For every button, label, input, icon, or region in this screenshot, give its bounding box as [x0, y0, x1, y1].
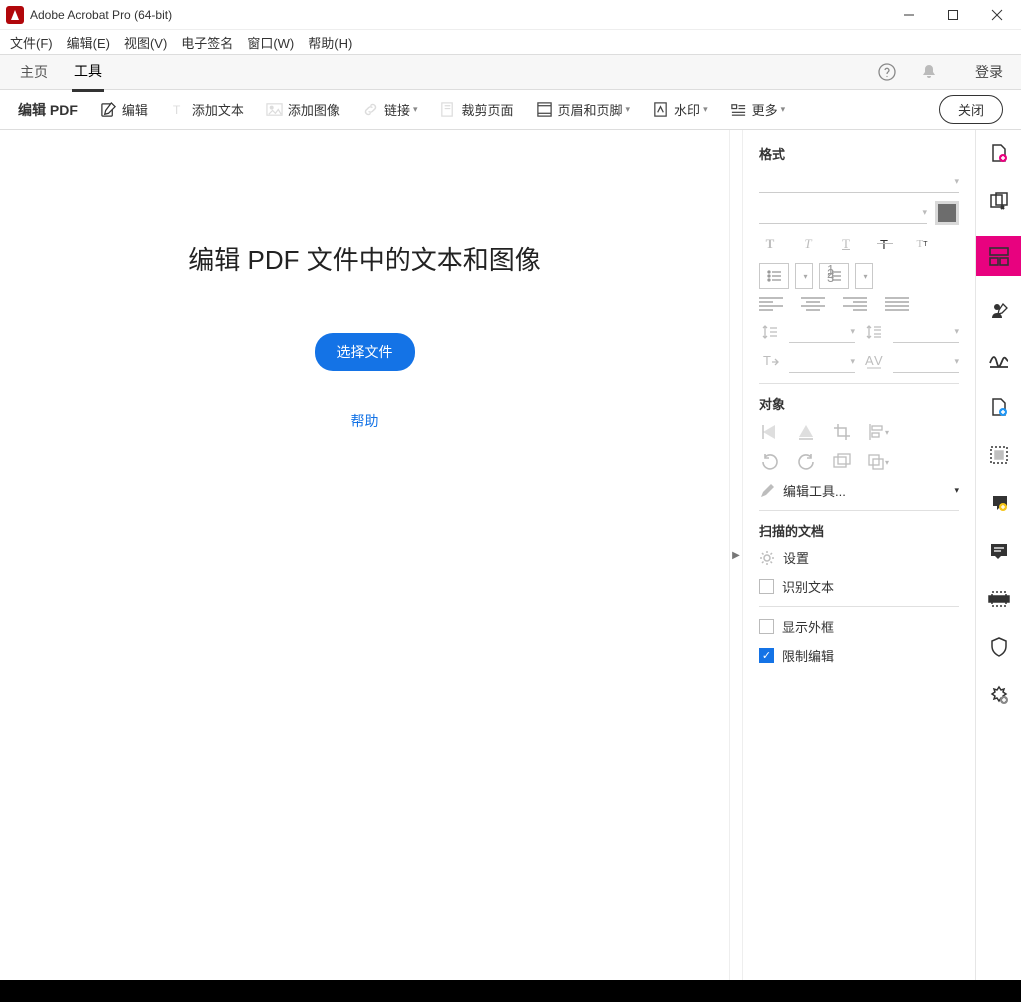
close-tool-button[interactable]: 关闭	[939, 95, 1003, 124]
bullet-list-dropdown[interactable]: ▾	[795, 263, 813, 289]
tool-combine-icon[interactable]	[986, 188, 1012, 214]
color-swatch[interactable]	[935, 201, 959, 225]
menu-window[interactable]: 窗口(W)	[247, 33, 294, 52]
arrange-icon[interactable]: ▾	[867, 451, 889, 473]
tool-protect-icon[interactable]	[986, 634, 1012, 660]
menu-edit[interactable]: 编辑(E)	[67, 33, 110, 52]
tool-more-icon[interactable]	[986, 682, 1012, 708]
bell-icon[interactable]	[919, 62, 939, 82]
superscript-icon[interactable]: TT	[911, 233, 933, 255]
horizontal-scale-icon: T	[759, 351, 781, 373]
menu-file[interactable]: 文件(F)	[10, 33, 53, 52]
help-icon[interactable]	[877, 62, 897, 82]
close-button[interactable]	[975, 0, 1019, 30]
watermark-button[interactable]: 水印▾	[652, 100, 708, 119]
align-center-icon[interactable]	[801, 295, 825, 313]
number-list-button[interactable]: 123	[819, 263, 849, 289]
paragraph-spacing-icon	[863, 321, 885, 343]
align-justify-icon[interactable]	[885, 295, 909, 313]
flip-horizontal-icon[interactable]	[795, 421, 817, 443]
font-size-dropdown[interactable]: ▾	[759, 202, 927, 224]
minimize-button[interactable]	[887, 0, 931, 30]
main-heading: 编辑 PDF 文件中的文本和图像	[188, 240, 540, 277]
number-list-dropdown[interactable]: ▾	[855, 263, 873, 289]
underline-icon[interactable]: T	[835, 233, 857, 255]
strikethrough-icon[interactable]: T	[873, 233, 895, 255]
menu-view[interactable]: 视图(V)	[124, 33, 167, 52]
crop-button[interactable]: 裁剪页面	[439, 100, 513, 119]
object-section-title: 对象	[759, 394, 959, 413]
restrict-edit-checkbox[interactable]: 限制编辑	[759, 646, 959, 665]
tool-create-pdf-icon[interactable]	[986, 140, 1012, 166]
crop-icon[interactable]	[831, 421, 853, 443]
tab-tools[interactable]: 工具	[72, 53, 104, 92]
tool-stamp-icon[interactable]	[986, 538, 1012, 564]
login-button[interactable]: 登录	[975, 62, 1003, 82]
header-footer-button[interactable]: 页眉和页脚▾	[536, 100, 631, 119]
app-icon	[6, 6, 24, 24]
menu-bar: 文件(F) 编辑(E) 视图(V) 电子签名 窗口(W) 帮助(H)	[0, 30, 1021, 54]
tool-fill-sign-icon[interactable]	[986, 346, 1012, 372]
flip-vertical-icon[interactable]	[759, 421, 781, 443]
add-image-button[interactable]: 添加图像	[266, 100, 340, 119]
svg-text:T: T	[763, 353, 771, 368]
align-right-icon[interactable]	[843, 295, 867, 313]
window-title: Adobe Acrobat Pro (64-bit)	[30, 8, 887, 22]
footer-bar	[0, 980, 1021, 1002]
align-left-icon[interactable]	[759, 295, 783, 313]
scan-settings-button[interactable]: 设置	[759, 548, 959, 567]
menu-esign[interactable]: 电子签名	[181, 33, 233, 52]
format-section-title: 格式	[759, 144, 959, 163]
tool-comment-icon[interactable]	[986, 490, 1012, 516]
font-family-dropdown[interactable]: ▾	[759, 171, 959, 193]
align-objects-icon[interactable]: ▾	[867, 421, 889, 443]
maximize-button[interactable]	[931, 0, 975, 30]
svg-text:A: A	[865, 353, 874, 368]
rotate-ccw-icon[interactable]	[759, 451, 781, 473]
paragraph-spacing-dropdown[interactable]: ▾	[893, 321, 959, 343]
tool-sign-icon[interactable]	[986, 298, 1012, 324]
edit-button[interactable]: 编辑	[100, 100, 148, 119]
scanned-section-title: 扫描的文档	[759, 521, 959, 540]
help-link[interactable]: 帮助	[351, 411, 379, 431]
horizontal-scale-dropdown[interactable]: ▾	[789, 351, 855, 373]
ocr-checkbox[interactable]: 识别文本	[759, 577, 959, 596]
tool-redact-icon[interactable]	[986, 586, 1012, 612]
rotate-cw-icon[interactable]	[795, 451, 817, 473]
collapse-handle[interactable]: ▶	[729, 130, 743, 980]
bold-icon[interactable]: T	[759, 233, 781, 255]
char-spacing-dropdown[interactable]: ▾	[893, 351, 959, 373]
tool-export-icon[interactable]	[986, 394, 1012, 420]
link-button[interactable]: 链接▾	[362, 100, 418, 119]
svg-text:V: V	[874, 353, 883, 368]
menu-help[interactable]: 帮助(H)	[308, 33, 352, 52]
svg-text:3: 3	[827, 270, 834, 285]
show-outline-checkbox[interactable]: 显示外框	[759, 617, 959, 636]
add-text-button[interactable]: T添加文本	[170, 100, 244, 119]
italic-icon[interactable]: T	[797, 233, 819, 255]
select-file-button[interactable]: 选择文件	[315, 333, 415, 371]
line-spacing-dropdown[interactable]: ▾	[789, 321, 855, 343]
svg-text:T: T	[173, 103, 181, 117]
char-spacing-icon: AV	[863, 351, 885, 373]
tab-home[interactable]: 主页	[18, 54, 50, 90]
tool-organize-icon[interactable]	[986, 442, 1012, 468]
tool-edit-pdf-icon[interactable]	[976, 236, 1021, 276]
line-spacing-icon	[759, 321, 781, 343]
toolbar-title: 编辑 PDF	[18, 100, 78, 120]
replace-image-icon[interactable]	[831, 451, 853, 473]
edit-tool-dropdown[interactable]: 编辑工具... ▾	[759, 481, 959, 500]
bullet-list-button[interactable]	[759, 263, 789, 289]
more-button[interactable]: 更多▾	[730, 100, 786, 119]
